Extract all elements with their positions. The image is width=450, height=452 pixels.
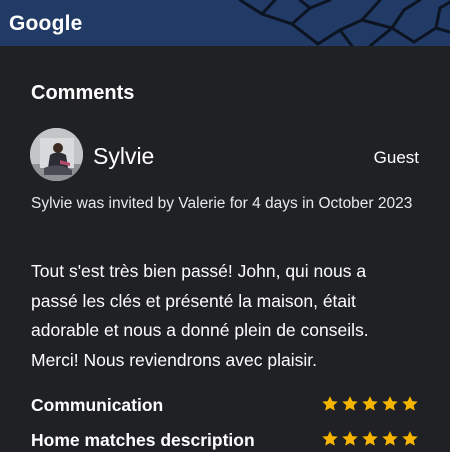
star-rating	[321, 428, 419, 450]
star-rating	[321, 393, 419, 415]
user-photo-icon	[30, 128, 83, 181]
comments-title: Comments	[31, 82, 135, 104]
review-comment: Tout s'est très bien passé! John, qui no…	[31, 261, 369, 370]
invite-text: Sylvie was invited by Valerie for 4 days…	[31, 195, 413, 212]
star-icon	[342, 431, 358, 446]
google-logo: Google	[9, 12, 83, 35]
comments-panel: Comments Sylvie Guest Sylvie was invited…	[0, 46, 450, 450]
rating-label: Communication	[31, 395, 164, 415]
star-icon	[382, 396, 398, 411]
reviewer-name: Sylvie	[93, 143, 155, 169]
rating-row-home-matches-description: Home matches description	[31, 428, 419, 452]
star-icon	[342, 396, 358, 411]
star-icon	[322, 431, 338, 446]
avatar[interactable]	[30, 128, 83, 181]
star-icon	[362, 431, 378, 446]
star-icon	[322, 396, 338, 411]
star-icon	[362, 396, 378, 411]
reviewer-role: Guest	[373, 148, 419, 167]
star-icon	[382, 431, 398, 446]
star-icon	[402, 396, 418, 411]
star-icon	[402, 431, 418, 446]
rating-row-communication: Communication	[31, 393, 419, 417]
map-header[interactable]: Google	[0, 0, 450, 46]
rating-label: Home matches description	[31, 430, 255, 450]
